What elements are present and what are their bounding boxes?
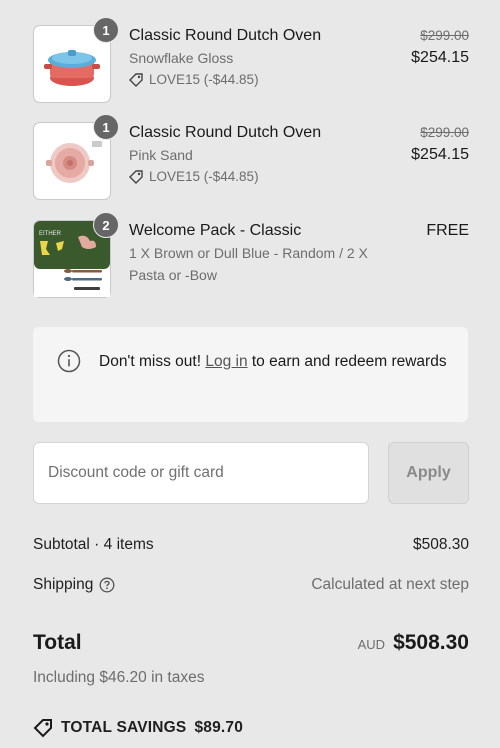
quantity-badge: 2 (93, 212, 119, 238)
discounted-price: $254.15 (411, 146, 469, 163)
notice-text-end: to earn and redeem rewards (247, 353, 447, 370)
help-icon[interactable] (99, 577, 115, 593)
item-price: FREE (426, 222, 469, 239)
line-item: 1 Classic Round Dutch Oven Snowflake Glo… (33, 17, 469, 105)
taxes-row: Including $46.20 in taxes (33, 667, 469, 689)
quantity-badge: 1 (93, 114, 119, 140)
total-savings: TOTAL SAVINGS $89.70 (33, 718, 243, 738)
currency-code: AUD (357, 637, 386, 652)
shipping-value: Calculated at next step (311, 576, 469, 593)
product-variant-line: 1 X Brown or Dull Blue - Random / 2 X (129, 245, 368, 261)
tag-icon (129, 170, 143, 184)
savings-label: TOTAL SAVINGS (61, 719, 187, 736)
product-title: Classic Round Dutch Oven (129, 27, 322, 44)
apply-button[interactable]: Apply (388, 442, 469, 504)
line-item: EITHER 2 Welcome Pack - Classic 1 X Brow… (33, 212, 469, 300)
total-row: Total AUD $508.30 (33, 628, 469, 658)
discount-code-label: LOVE15 (-$44.85) (149, 169, 259, 184)
tag-icon (33, 719, 52, 738)
product-thumbnail: EITHER 2 (33, 212, 119, 298)
total-label: Total (33, 631, 82, 654)
product-variant: Snowflake Gloss (129, 50, 234, 66)
discounted-price: $254.15 (411, 49, 469, 66)
info-icon (57, 349, 81, 373)
product-title: Welcome Pack - Classic (129, 222, 302, 239)
product-thumbnail: 1 (33, 114, 119, 200)
discount-tag: LOVE15 (-$44.85) (129, 69, 389, 91)
rewards-notice: Don't miss out! Log in to earn and redee… (33, 327, 468, 422)
login-link[interactable]: Log in (205, 353, 247, 370)
savings-value: $89.70 (194, 719, 244, 736)
notice-text: Don't miss out! Log in to earn and redee… (99, 349, 449, 375)
shipping-row: Shipping Calculated at next step (33, 574, 469, 596)
tag-icon (129, 73, 143, 87)
shipping-label: Shipping (33, 576, 94, 593)
image-caption: EITHER (39, 231, 62, 237)
total-value: $508.30 (393, 631, 469, 654)
product-variant: Pink Sand (129, 147, 193, 163)
subtotal-row: Subtotal · 4 items $508.30 (33, 534, 469, 556)
original-price: $299.00 (420, 125, 469, 140)
original-price: $299.00 (420, 28, 469, 43)
discount-code-input[interactable] (33, 442, 369, 504)
product-variant-line: Pasta or -Bow (129, 267, 217, 283)
line-item: 1 Classic Round Dutch Oven Pink Sand LOV… (33, 114, 469, 202)
subtotal-label: Subtotal · 4 items (33, 536, 154, 553)
product-title: Classic Round Dutch Oven (129, 124, 322, 141)
quantity-badge: 1 (93, 17, 119, 43)
discount-tag: LOVE15 (-$44.85) (129, 166, 389, 188)
product-thumbnail: 1 (33, 17, 119, 103)
discount-code-label: LOVE15 (-$44.85) (149, 72, 259, 87)
taxes-note: Including $46.20 in taxes (33, 669, 205, 686)
notice-text-start: Don't miss out! (99, 353, 206, 370)
subtotal-value: $508.30 (412, 536, 469, 553)
